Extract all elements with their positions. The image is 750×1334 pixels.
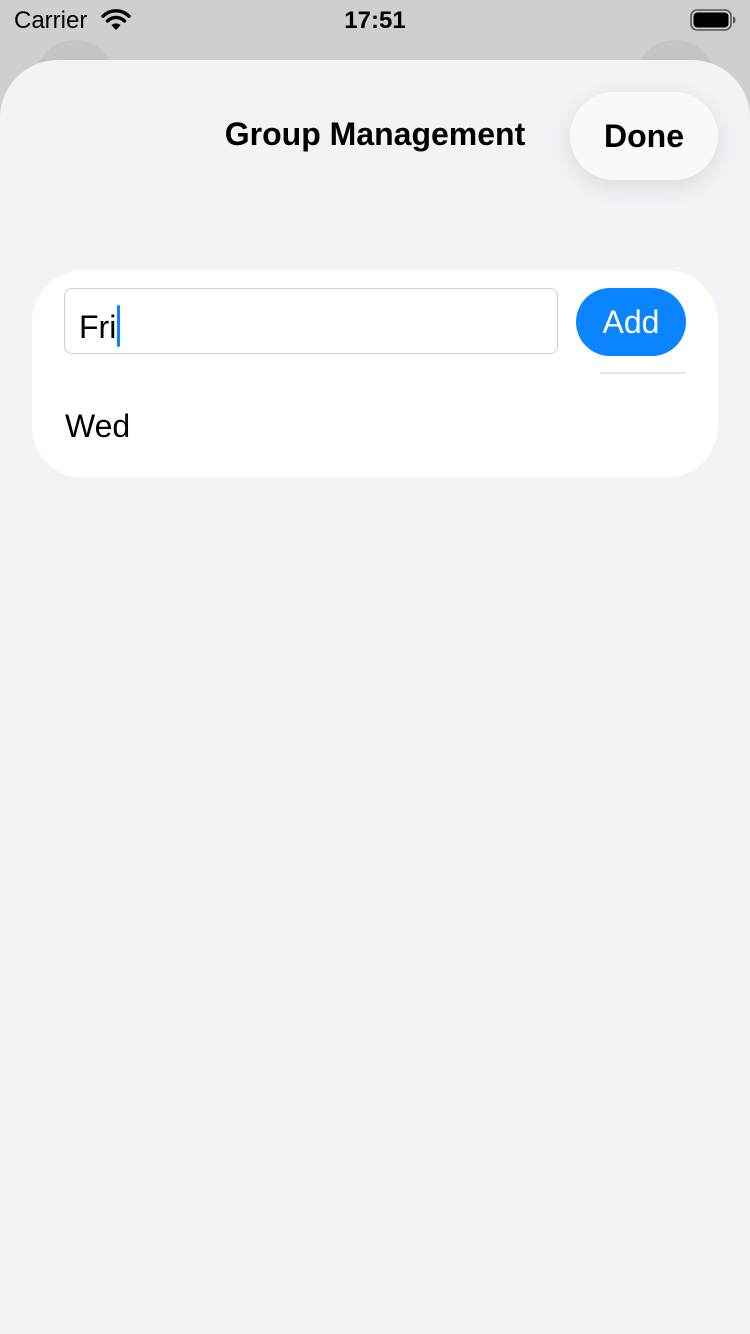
screen: Carrier 17:51 Group Management Done Fri … <box>0 0 750 1334</box>
status-bar: Carrier 17:51 <box>0 0 750 40</box>
battery-icon <box>690 9 736 31</box>
modal-sheet <box>0 60 750 1334</box>
clock: 17:51 <box>344 7 406 34</box>
list-item[interactable]: Wed <box>65 408 130 445</box>
text-caret <box>117 305 121 347</box>
group-name-input[interactable]: Fri <box>64 288 558 354</box>
add-button[interactable]: Add <box>576 288 686 356</box>
list-separator <box>600 372 686 374</box>
group-name-input-value: Fri <box>79 305 121 347</box>
done-button[interactable]: Done <box>570 92 718 180</box>
